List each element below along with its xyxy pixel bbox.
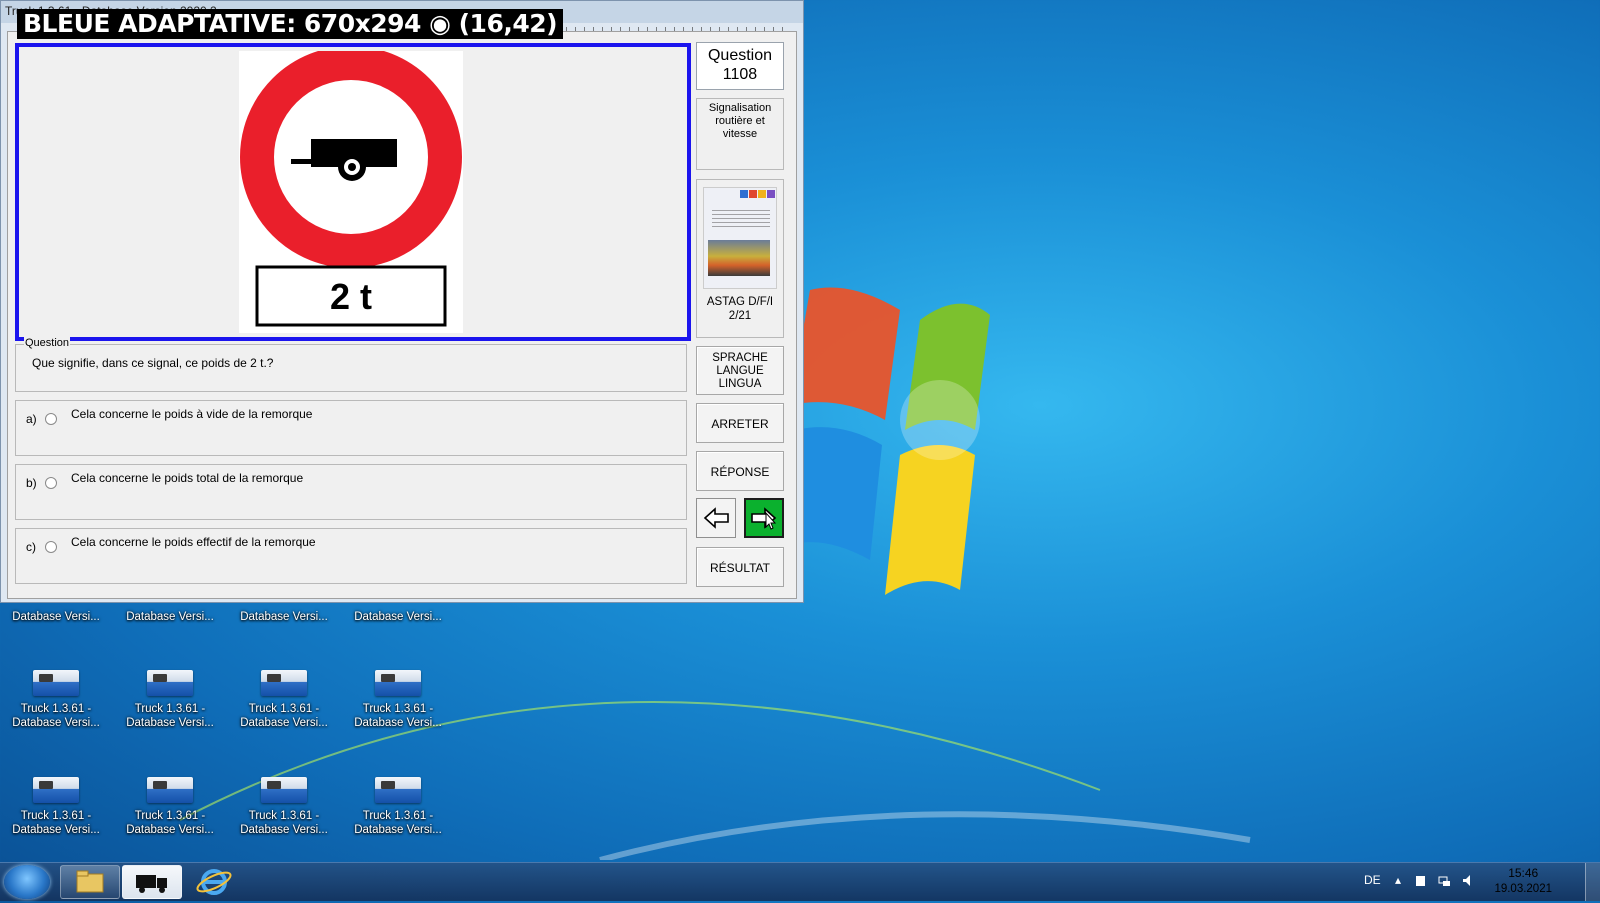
device-icon[interactable] [1414, 874, 1427, 887]
category-box: Signalisation routière et vitesse [696, 98, 784, 170]
truck-shortcut-icon [33, 670, 79, 696]
sign-weight-label: 2 t [330, 276, 372, 317]
desktop-shortcut[interactable]: Truck 1.3.61 - Database Versi... [122, 670, 218, 730]
shortcut-label-line2: Database Versi... [12, 717, 100, 729]
no-trailer-sign-icon: 2 t [240, 46, 462, 327]
shortcut-label-line2: Database Versi... [354, 824, 442, 836]
shortcut-label-line1: Truck 1.3.61 - [248, 703, 320, 715]
truck-shortcut-icon [147, 670, 193, 696]
next-question-button[interactable] [744, 498, 784, 538]
answer-option-a[interactable]: a) Cela concerne le poids à vide de la r… [15, 400, 687, 456]
network-icon[interactable] [1438, 874, 1451, 887]
shortcut-label-line2: Database Versi... [126, 824, 214, 836]
traffic-sign-image: 2 t [239, 46, 463, 333]
answer-radio[interactable] [45, 413, 57, 425]
shortcut-label-line2: Database Versi... [240, 717, 328, 729]
truck-shortcut-icon [375, 670, 421, 696]
answer-option-b[interactable]: b) Cela concerne le poids total de la re… [15, 464, 687, 520]
arrow-right-icon [751, 507, 777, 530]
show-desktop-button[interactable] [1585, 863, 1600, 901]
shortcut-label-line2: Database Versi... [126, 717, 214, 729]
desktop-icon-label[interactable]: Database Versi... [350, 611, 446, 623]
shortcut-label-line1: Truck 1.3.61 - [20, 810, 92, 822]
truck-shortcut-icon [33, 777, 79, 803]
taskbar: DE ▴ 15:46 19.03.2021 [0, 862, 1600, 901]
quiz-app-window: Truck 1.3.61 - Database Version 2020.2 2… [0, 0, 804, 603]
truck-app-icon[interactable] [122, 865, 182, 899]
category-line2: routière et vitesse [715, 115, 765, 140]
desktop-shortcut[interactable]: Truck 1.3.61 - Database Versi... [236, 777, 332, 837]
desktop-shortcut[interactable]: Truck 1.3.61 - Database Versi... [350, 670, 446, 730]
stop-button[interactable]: ARRETER [696, 403, 784, 443]
previous-question-button[interactable] [696, 498, 736, 538]
book-label-line2: 2/21 [728, 310, 752, 322]
question-text: Que signifie, dans ce signal, ce poids d… [32, 356, 274, 370]
category-line1: Signalisation [708, 102, 772, 114]
answer-radio[interactable] [45, 541, 57, 553]
answer-letter: a) [26, 412, 37, 426]
shortcut-label-line1: Truck 1.3.61 - [20, 703, 92, 715]
clock-date: 19.03.2021 [1494, 883, 1552, 895]
language-label-de: SPRACHE [712, 352, 768, 364]
clock[interactable]: 15:46 19.03.2021 [1494, 865, 1552, 897]
desktop-shortcut[interactable]: Truck 1.3.61 - Database Versi... [8, 777, 104, 837]
desktop-shortcut[interactable]: Truck 1.3.61 - Database Versi... [350, 777, 446, 837]
internet-explorer-icon[interactable] [184, 865, 244, 899]
truck-shortcut-icon [261, 670, 307, 696]
question-group: Question Que signifie, dans ce signal, c… [15, 337, 687, 392]
book-cover-image [703, 187, 777, 289]
question-title: Question [707, 47, 773, 64]
start-orb-icon[interactable] [4, 865, 50, 899]
desktop-shortcut[interactable]: Truck 1.3.61 - Database Versi... [8, 670, 104, 730]
shortcut-label-line1: Truck 1.3.61 - [362, 810, 434, 822]
shortcut-label-line2: Database Versi... [354, 717, 442, 729]
shortcut-label-line1: Truck 1.3.61 - [248, 810, 320, 822]
result-button[interactable]: RÉSULTAT [696, 547, 784, 587]
language-label-fr: LANGUE [716, 365, 764, 377]
clock-time: 15:46 [1508, 866, 1539, 880]
language-button[interactable]: SPRACHE LANGUE LINGUA [696, 346, 784, 395]
shortcut-label-line1: Truck 1.3.61 - [362, 703, 434, 715]
desktop-shortcut[interactable]: Truck 1.3.61 - Database Versi... [236, 670, 332, 730]
arrow-left-icon [703, 507, 729, 529]
question-image-frame: 2 t [15, 43, 691, 341]
show-answer-button[interactable]: RÉPONSE [696, 451, 784, 491]
language-label-it: LINGUA [718, 378, 762, 390]
source-book-box: ASTAG D/F/I 2/21 [696, 179, 784, 338]
desktop-icon-label[interactable]: Database Versi... [122, 611, 218, 623]
book-label-line1: ASTAG D/F/I [706, 296, 774, 308]
answer-text: Cela concerne le poids effectif de la re… [71, 535, 316, 549]
shortcut-label-line2: Database Versi... [12, 824, 100, 836]
answer-radio[interactable] [45, 477, 57, 489]
chevron-up-icon[interactable]: ▴ [1395, 873, 1401, 887]
truck-shortcut-icon [147, 777, 193, 803]
bus-photo [708, 240, 770, 276]
speaker-icon[interactable] [1462, 874, 1475, 887]
answer-text: Cela concerne le poids à vide de la remo… [71, 407, 313, 421]
language-indicator[interactable]: DE [1364, 873, 1381, 887]
shortcut-label-line2: Database Versi... [240, 824, 328, 836]
desktop-shortcut[interactable]: Truck 1.3.61 - Database Versi... [122, 777, 218, 837]
debug-overlay-label: BLEUE ADAPTATIVE: 670x294 ◉ (16,42) [17, 9, 564, 39]
question-legend: Question [24, 337, 71, 349]
shortcut-label-line1: Truck 1.3.61 - [134, 810, 206, 822]
answer-letter: c) [26, 540, 36, 554]
question-number-box: Question 1108 [696, 42, 784, 90]
truck-shortcut-icon [375, 777, 421, 803]
file-explorer-icon[interactable] [60, 865, 120, 899]
desktop-icon-label[interactable]: Database Versi... [8, 611, 104, 623]
answer-text: Cela concerne le poids total de la remor… [71, 471, 304, 485]
truck-shortcut-icon [261, 777, 307, 803]
answer-letter: b) [26, 476, 37, 490]
category-tabs [740, 190, 775, 198]
shortcut-label-line1: Truck 1.3.61 - [134, 703, 206, 715]
question-number: 1108 [722, 66, 758, 83]
desktop-icon-label[interactable]: Database Versi... [236, 611, 332, 623]
answer-option-c[interactable]: c) Cela concerne le poids effectif de la… [15, 528, 687, 584]
